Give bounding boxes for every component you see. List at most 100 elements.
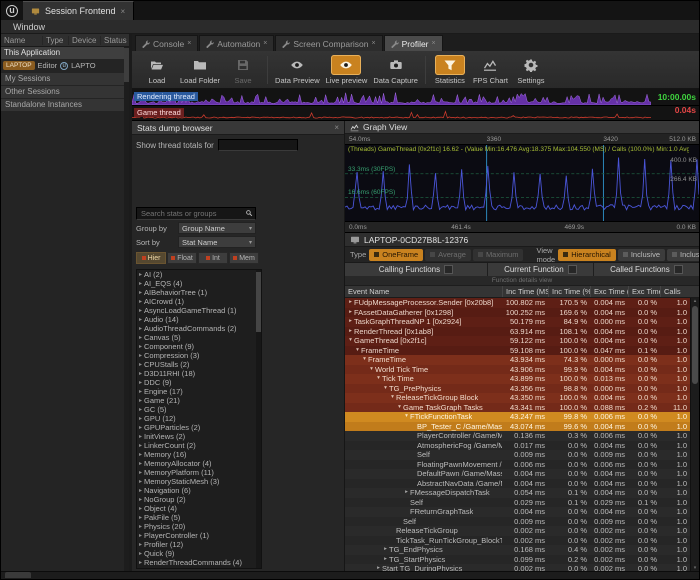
stat-group-linkercount[interactable]: ▸ LinkerCount (2) [137, 441, 255, 450]
expander-icon[interactable]: ▸ [137, 352, 144, 359]
session-group-standalone-instances[interactable]: Standalone Instances [1, 99, 129, 111]
event-row[interactable]: ▸ FMessageDispatchTask 0.054 ms 0.1 % 0.0… [345, 488, 690, 498]
scrollbar-thumb[interactable] [692, 306, 698, 384]
event-row[interactable]: ▸ FAssetDataGatherer [0x1298] 100.252 ms … [345, 307, 690, 318]
stat-group-rhi[interactable]: ▸ RHI (11) [137, 567, 255, 568]
expander-icon[interactable]: ▸ [137, 307, 144, 314]
expander-icon[interactable]: ▸ [137, 523, 144, 530]
stat-filter-float[interactable]: Float [167, 252, 197, 264]
stat-group-audiothreadcommands[interactable]: ▸ AudioThreadCommands (2) [137, 324, 255, 333]
session-instance-row[interactable]: LAPTOP Editor u LAPTO [1, 59, 129, 72]
stat-group-compression[interactable]: ▸ Compression (3) [137, 351, 255, 360]
session-group-my-sessions[interactable]: My Sessions [1, 73, 129, 85]
event-row[interactable]: AbstractNavData /Game/MassMovement/UEDPI… [345, 478, 690, 488]
table-header[interactable]: Event Name Inc Time (MS Inc Time (%) Exc… [345, 286, 699, 298]
expander-icon[interactable]: ▸ [137, 271, 144, 278]
col-type[interactable]: Type [43, 35, 69, 45]
expander-icon[interactable]: ▾ [396, 403, 403, 413]
expander-icon[interactable]: ▾ [403, 412, 410, 422]
expander-icon[interactable]: ▸ [137, 370, 144, 377]
expander-icon[interactable]: ▸ [137, 550, 144, 557]
stat-group-renderthreadcommands[interactable]: ▸ RenderThreadCommands (4) [137, 558, 255, 567]
event-row[interactable]: DefaultPawn /Game/MassMovement/UEDPIE_0_… [345, 469, 690, 479]
stat-group-ddc[interactable]: ▸ DDC (9) [137, 378, 255, 387]
stat-group-gc[interactable]: ▸ GC (5) [137, 405, 255, 414]
col-status[interactable]: Status [101, 36, 129, 45]
button-average[interactable]: Average [425, 248, 471, 261]
event-row[interactable]: ▾ Game TaskGraph Tasks 43.341 ms 100.0 % … [345, 402, 690, 413]
expander-icon[interactable]: ▸ [137, 379, 144, 386]
session-this-application[interactable]: This Application [1, 47, 129, 59]
panel-header-called-functions[interactable]: Called Functions [593, 263, 699, 276]
expander-icon[interactable]: ▸ [137, 343, 144, 350]
panel-options-icon[interactable] [673, 265, 683, 274]
stat-group-initviews[interactable]: ▸ InitViews (2) [137, 432, 255, 441]
toolbar-load-folder-button[interactable]: Load Folder [177, 55, 223, 85]
scrollbar-thumb[interactable] [124, 48, 129, 82]
tab-screen-comparison[interactable]: Screen Comparison × [275, 35, 383, 51]
event-row[interactable]: AtmosphericFog /Game/MassMovement/UEDPIE… [345, 440, 690, 450]
graph-time-ruler-bottom[interactable]: 0.0ms 461.4s 469.9s 0.0 KB [345, 221, 699, 232]
stat-groups-list[interactable]: ▸ AI (2) ▸ AI_EQS (4) ▸ AIBehaviorTree (… [136, 269, 262, 569]
stat-group-memorystaticmesh[interactable]: ▸ MemoryStaticMesh (3) [137, 477, 255, 486]
event-row[interactable]: Self 0.029 ms 0.1 % 0.029 ms 0.1 % 1.0 [345, 497, 690, 507]
event-row[interactable]: ▾ Tick Time 43.899 ms 100.0 % 0.013 ms 0.… [345, 374, 690, 384]
expander-icon[interactable]: ▸ [137, 433, 144, 440]
expander-icon[interactable]: ▸ [137, 451, 144, 458]
stat-group-aicrowd[interactable]: ▸ AICrowd (1) [137, 297, 255, 306]
stat-filter-hier[interactable]: Hier [136, 252, 166, 264]
expander-icon[interactable]: ▾ [361, 355, 368, 365]
toolbar-save-button[interactable]: Save [223, 55, 263, 85]
stat-group-engine[interactable]: ▸ Engine (17) [137, 387, 255, 396]
toolbar-statistics-button[interactable]: Statistics [430, 54, 470, 85]
expander-icon[interactable]: ▸ [347, 317, 354, 327]
collapsed-drawer-tab[interactable] [5, 572, 31, 578]
window-tab[interactable]: Session Frontend × [23, 1, 135, 20]
stat-group-aibehaviortree[interactable]: ▸ AIBehaviorTree (1) [137, 288, 255, 297]
stat-group-d3d11rhi[interactable]: ▸ D3D11RHI (18) [137, 369, 255, 378]
event-row[interactable]: ▸ TG_StartPhysics 0.099 ms 0.2 % 0.002 ms… [345, 554, 690, 564]
stat-group-navigation[interactable]: ▸ Navigation (6) [137, 486, 255, 495]
expander-icon[interactable]: ▸ [137, 496, 144, 503]
event-row[interactable]: ▾ FrameTime 59.108 ms 100.0 % 0.047 ms 0.… [345, 345, 690, 355]
button-maximum[interactable]: Maximum [472, 248, 524, 261]
col-name[interactable]: Name [1, 35, 43, 45]
graph-view-header[interactable]: Graph View [345, 121, 699, 134]
expander-icon[interactable]: ▾ [347, 336, 354, 346]
event-row[interactable]: ▾ FrameTime 43.934 ms 74.3 % 0.000 ms 0.0… [345, 355, 690, 365]
expander-icon[interactable]: ▸ [137, 397, 144, 404]
stat-group-ai-eqs[interactable]: ▸ AI_EQS (4) [137, 279, 255, 288]
sessions-scrollbar[interactable] [124, 47, 129, 571]
table-scrollbar[interactable]: ▴ ▾ [690, 298, 699, 571]
col-exc-time-pct[interactable]: Exc Time ( [628, 286, 660, 297]
stat-group-quick[interactable]: ▸ Quick (9) [137, 549, 255, 558]
toolbar-live-preview-button[interactable]: Live preview [323, 54, 371, 85]
expander-icon[interactable]: ▸ [137, 298, 144, 305]
expander-icon[interactable]: ▸ [375, 564, 382, 571]
toolbar-settings-button[interactable]: Settings [511, 55, 551, 85]
profiler-session-header[interactable]: LAPTOP-0CD27B8L-12376 [345, 233, 699, 247]
col-exc-time-ms[interactable]: Exc Time (M [590, 286, 628, 297]
expander-icon[interactable]: ▸ [347, 308, 354, 318]
expander-icon[interactable]: ▸ [137, 424, 144, 431]
stats-search-input[interactable] [139, 207, 245, 219]
expander-icon[interactable]: ▸ [137, 505, 144, 512]
session-group-other-sessions[interactable]: Other Sessions [1, 86, 129, 98]
expander-icon[interactable]: ▸ [137, 388, 144, 395]
event-row[interactable]: ▸ Start TG_DuringPhysics 0.002 ms 0.0 % 0… [345, 564, 690, 571]
tab-close-icon[interactable]: × [372, 40, 376, 47]
expander-icon[interactable]: ▾ [389, 393, 396, 403]
stat-group-ai[interactable]: ▸ AI (2) [137, 270, 255, 279]
stat-group-nogroup[interactable]: ▸ NoGroup (2) [137, 495, 255, 504]
expander-icon[interactable]: ▸ [137, 415, 144, 422]
expander-icon[interactable]: ▸ [403, 488, 410, 498]
menu-window[interactable]: Window [9, 22, 49, 32]
stats-scrollbar[interactable] [256, 270, 261, 568]
graph-time-ruler-top[interactable]: 54.0ms 3360 3420 512.0 KB [345, 134, 699, 145]
close-panel-icon[interactable]: × [334, 123, 339, 132]
expander-icon[interactable]: ▸ [137, 460, 144, 467]
expander-icon[interactable]: ▸ [137, 478, 144, 485]
expander-icon[interactable]: ▸ [137, 469, 144, 476]
toolbar-data-preview-button[interactable]: Data Preview [272, 55, 323, 85]
panel-header-calling-functions[interactable]: Calling Functions [345, 263, 487, 276]
